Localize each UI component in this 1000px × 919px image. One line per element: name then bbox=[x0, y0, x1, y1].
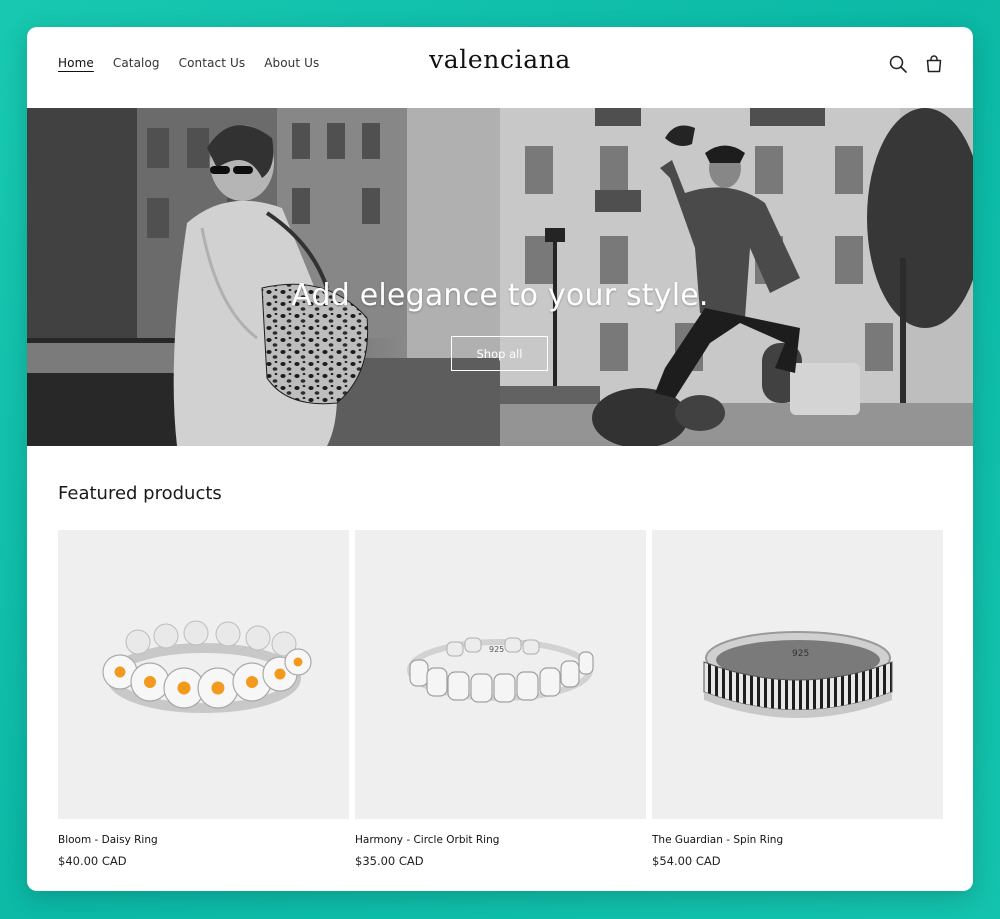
engraving-text: 925 bbox=[792, 649, 809, 659]
engraving-text: 925 bbox=[489, 645, 504, 654]
product-card[interactable]: 925 Harmony - Circle Orbit Ring $35.00 C… bbox=[355, 530, 646, 868]
cart-icon[interactable] bbox=[924, 54, 944, 74]
product-price: $35.00 CAD bbox=[355, 854, 424, 868]
hero-banner: Add elegance to your style. Shop all bbox=[27, 108, 973, 446]
header-icons bbox=[888, 54, 944, 74]
hero-title: Add elegance to your style. bbox=[291, 278, 709, 313]
product-price: $40.00 CAD bbox=[58, 854, 127, 868]
product-name[interactable]: Harmony - Circle Orbit Ring bbox=[355, 834, 499, 846]
product-image-spin-ring[interactable]: 925 bbox=[652, 530, 943, 819]
product-price: $54.00 CAD bbox=[652, 854, 721, 868]
featured-products-title: Featured products bbox=[58, 483, 222, 504]
product-name[interactable]: Bloom - Daisy Ring bbox=[58, 834, 158, 846]
hero-overlay bbox=[27, 108, 973, 446]
shop-all-button[interactable]: Shop all bbox=[451, 336, 548, 371]
product-card[interactable]: 925 The Guardian - Spin Ring $54.00 CAD bbox=[652, 530, 943, 868]
store-logo[interactable]: valenciana bbox=[27, 45, 973, 74]
search-icon[interactable] bbox=[888, 54, 908, 74]
product-name[interactable]: The Guardian - Spin Ring bbox=[652, 834, 783, 846]
site-header: Home Catalog Contact Us About Us valenci… bbox=[27, 27, 973, 108]
store-page: Home Catalog Contact Us About Us valenci… bbox=[27, 27, 973, 891]
product-card[interactable]: Bloom - Daisy Ring $40.00 CAD bbox=[58, 530, 349, 868]
product-image-circle-orbit-ring[interactable]: 925 bbox=[355, 530, 646, 819]
product-image-daisy-ring[interactable] bbox=[58, 530, 349, 819]
